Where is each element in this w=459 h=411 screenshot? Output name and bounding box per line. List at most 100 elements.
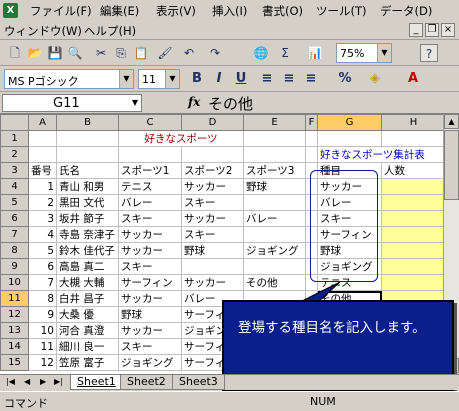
menu-window[interactable]: ウィンドウ(W) — [4, 23, 82, 39]
paste-icon[interactable]: 📋 — [132, 44, 150, 62]
row-header[interactable]: 15 — [0, 354, 29, 371]
bold-button[interactable]: B — [188, 70, 206, 88]
tab-sheet2[interactable]: Sheet2 — [120, 375, 173, 390]
column-label[interactable]: スポーツ2 — [181, 162, 244, 179]
menu-view[interactable]: 表示(V) — [156, 3, 196, 19]
save-icon[interactable]: 💾 — [46, 44, 64, 62]
scroll-thumb[interactable] — [444, 130, 459, 200]
next-sheet-icon[interactable]: ▶ — [40, 377, 46, 386]
chevron-down-icon[interactable]: ▼ — [165, 70, 179, 88]
column-label[interactable]: スポーツ3 — [243, 162, 306, 179]
cell[interactable]: 鈴木 佳代子 — [56, 242, 119, 259]
name-box[interactable]: G11 ▼ — [2, 94, 142, 112]
cell[interactable]: ジョギング — [118, 354, 182, 371]
excel-icon[interactable]: X — [3, 3, 18, 18]
cell[interactable]: サッカー — [118, 226, 182, 243]
cell[interactable]: サッカー — [118, 242, 182, 259]
cell[interactable]: スキー — [118, 210, 182, 227]
menu-edit[interactable]: 編集(E) — [100, 3, 139, 19]
cell[interactable]: スキー — [118, 338, 182, 355]
row-header[interactable]: 10 — [0, 274, 29, 291]
cell[interactable]: 野球 — [243, 178, 306, 195]
column-header-b[interactable]: B — [56, 114, 119, 131]
cell[interactable]: 野球 — [181, 242, 244, 259]
cell[interactable]: サッカー — [181, 274, 244, 291]
row-header[interactable]: 4 — [0, 178, 29, 195]
cell[interactable] — [181, 258, 244, 275]
cell[interactable] — [317, 130, 382, 147]
autosum-icon[interactable]: Σ — [276, 44, 294, 62]
column-header-a[interactable]: A — [28, 114, 57, 131]
row-header[interactable]: 5 — [0, 194, 29, 211]
row-number[interactable]: 11 — [28, 338, 57, 355]
cell[interactable]: ジョギング — [243, 242, 306, 259]
sport-count-cell[interactable] — [381, 274, 446, 291]
column-label[interactable]: スポーツ1 — [118, 162, 182, 179]
help-icon[interactable]: ? — [420, 44, 438, 62]
minimize-icon[interactable]: _ — [409, 23, 423, 37]
cell[interactable] — [243, 258, 306, 275]
summary-header-count[interactable]: 人数 — [381, 162, 446, 179]
row-number[interactable]: 7 — [28, 274, 57, 291]
cell[interactable] — [28, 146, 57, 163]
cell[interactable]: その他 — [243, 274, 306, 291]
column-header-f[interactable]: F — [305, 114, 318, 131]
cell[interactable]: サッカー — [118, 290, 182, 307]
sport-count-cell[interactable] — [381, 194, 446, 211]
cell[interactable] — [243, 130, 306, 147]
formula-content[interactable]: その他 — [208, 93, 253, 114]
cut-icon[interactable]: ✂ — [92, 44, 110, 62]
close-icon[interactable]: × — [441, 23, 455, 37]
chevron-down-icon[interactable]: ▼ — [377, 44, 391, 62]
align-left-icon[interactable]: ≡ — [258, 70, 276, 88]
new-file-icon[interactable]: 🗋 — [6, 44, 24, 62]
row-header[interactable]: 11 — [0, 290, 29, 307]
underline-button[interactable]: U — [232, 70, 250, 88]
menu-help[interactable]: ヘルプ(H) — [84, 23, 136, 39]
menu-format[interactable]: 書式(O) — [262, 3, 303, 19]
font-dropdown[interactable]: MS Pゴシック ▼ — [4, 69, 134, 89]
column-header-d[interactable]: D — [181, 114, 244, 131]
row-header[interactable]: 2 — [0, 146, 29, 163]
fill-color-icon[interactable]: ◈ — [366, 70, 384, 88]
row-header[interactable]: 14 — [0, 338, 29, 355]
row-number[interactable]: 12 — [28, 354, 57, 371]
print-preview-icon[interactable]: 🔍 — [66, 44, 84, 62]
column-label[interactable]: 番号 — [28, 162, 57, 179]
sport-count-cell[interactable] — [381, 258, 446, 275]
cell[interactable]: スキー — [181, 226, 244, 243]
row-header[interactable]: 8 — [0, 242, 29, 259]
cell[interactable] — [56, 146, 119, 163]
cell[interactable]: サッカー — [181, 210, 244, 227]
sheet-title[interactable]: 好きなスポーツ — [118, 130, 244, 147]
align-center-icon[interactable]: ≡ — [280, 70, 298, 88]
undo-icon[interactable]: ↶ — [180, 44, 198, 62]
menu-insert[interactable]: 挿入(I) — [212, 3, 247, 19]
font-size-dropdown[interactable]: 11 ▼ — [138, 69, 180, 89]
restore-icon[interactable]: ❐ — [425, 23, 439, 37]
sport-count-cell[interactable] — [381, 178, 446, 195]
hyperlink-icon[interactable]: 🌐 — [252, 44, 270, 62]
first-sheet-icon[interactable]: |◀ — [6, 377, 15, 386]
column-header-g[interactable]: G — [317, 114, 382, 131]
cell[interactable] — [56, 130, 119, 147]
row-header[interactable]: 9 — [0, 258, 29, 275]
redo-icon[interactable]: ↷ — [206, 44, 224, 62]
italic-button[interactable]: I — [210, 70, 228, 88]
summary-title[interactable]: 好きなスポーツ集計表 — [317, 146, 446, 163]
select-all-corner[interactable] — [0, 114, 29, 131]
row-number[interactable]: 5 — [28, 242, 57, 259]
cell[interactable]: 笠原 富子 — [56, 354, 119, 371]
align-right-icon[interactable]: ≡ — [302, 70, 320, 88]
column-label[interactable]: 氏名 — [56, 162, 119, 179]
copy-icon[interactable]: ⎘ — [112, 44, 130, 62]
cell[interactable] — [243, 194, 306, 211]
cell[interactable]: 大槻 大輔 — [56, 274, 119, 291]
cell[interactable]: バレー — [118, 194, 182, 211]
menu-tools[interactable]: ツール(T) — [316, 3, 367, 19]
cell[interactable] — [181, 146, 244, 163]
cell[interactable] — [243, 226, 306, 243]
cell[interactable]: テニス — [118, 178, 182, 195]
cell[interactable]: 坂井 節子 — [56, 210, 119, 227]
row-number[interactable]: 10 — [28, 322, 57, 339]
